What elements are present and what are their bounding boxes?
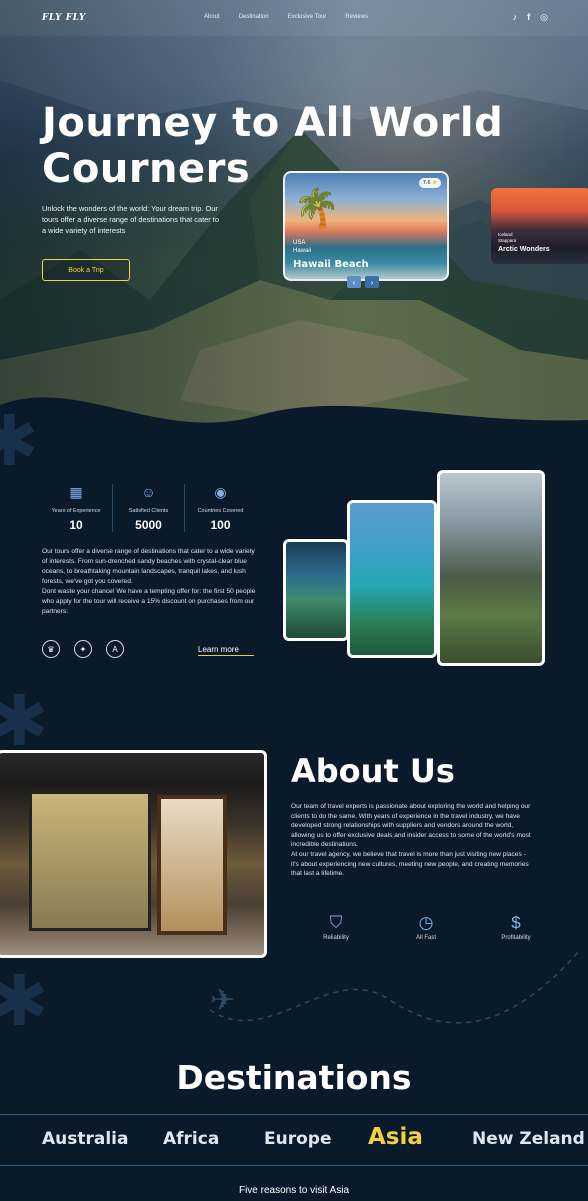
partner-logos: ♛ ✦ A [42, 640, 124, 658]
feature-profitability: $ Profitability [471, 913, 561, 941]
nav-link-reviews[interactable]: Reviews [345, 14, 368, 20]
logo[interactable]: FLY FLY [42, 13, 86, 23]
chevron-left-icon[interactable]: ‹ [347, 276, 361, 288]
chevron-right-icon[interactable]: › [365, 276, 379, 288]
stat-years: ▦ Years of Experience 10 [40, 484, 112, 532]
palm-leaf-decoration: ✱ [0, 402, 39, 480]
office-door [157, 795, 227, 935]
stat-countries: ◉ Countries Covered 100 [184, 484, 256, 532]
feature-reliability: ⛉ Reliability [291, 913, 381, 941]
dollar-icon: $ [511, 913, 521, 932]
learn-more-link[interactable]: Learn more [198, 645, 239, 654]
gallery-photo-lake [283, 539, 349, 641]
airplane-icon: ✈ [210, 984, 235, 1017]
top-nav: FLY FLY About Destination Exclusive Tour… [0, 0, 588, 36]
tab-new-zeland[interactable]: New Zeland [472, 1129, 585, 1149]
card-location: USA Hawaii [293, 240, 312, 254]
rating-badge: 7.6 ★ [418, 178, 441, 188]
letter-a-icon[interactable]: A [106, 640, 124, 658]
learn-more-arrow-icon [198, 655, 254, 656]
hero-wave-divider [0, 397, 588, 455]
facebook-icon[interactable]: f [527, 12, 530, 23]
about-office-photo [0, 750, 267, 958]
globe-icon: ◉ [214, 484, 227, 500]
world-map-wall [29, 791, 151, 931]
card-title: Arctic Wonders [498, 246, 550, 253]
hero-subtitle: Unlock the wonders of the world: Your dr… [42, 204, 219, 235]
nav-link-about[interactable]: About [204, 14, 220, 20]
palm-tree-icon: 🌴 [293, 188, 341, 230]
smile-icon: ☺ [141, 484, 156, 500]
star-icon: ★ [432, 180, 437, 186]
destination-card-arctic[interactable]: Iceland Stappara Arctic Wonders [491, 188, 588, 264]
tab-asia[interactable]: Asia [368, 1124, 423, 1150]
book-trip-button[interactable]: Book a Trip [42, 259, 130, 281]
compass-icon[interactable]: ✦ [74, 640, 92, 658]
destinations-title: Destinations [176, 1058, 412, 1097]
nav-link-destination[interactable]: Destination [239, 14, 269, 20]
palm-leaf-decoration: ✱ [0, 962, 49, 1040]
reasons-title: Five reasons to visit Asia [238, 1185, 350, 1196]
feature-all-fast: ◷ All Fast [381, 913, 471, 941]
feature-list: ⛉ Reliability ◷ All Fast $ Profitability [291, 913, 561, 941]
flight-path-decoration: ✈ [210, 949, 581, 1024]
calendar-icon: ▦ [69, 484, 83, 500]
card-location: Iceland Stappara [498, 232, 517, 243]
destination-tabs: Australia Africa Europe Asia New Zeland [0, 1114, 588, 1166]
crown-icon[interactable]: ♛ [42, 640, 60, 658]
tab-africa[interactable]: Africa [163, 1129, 219, 1149]
clock-icon: ◷ [418, 913, 434, 932]
nav-links: About Destination Exclusive Tour Reviews [204, 14, 368, 20]
carousel-controls: ‹ › [347, 276, 379, 288]
card-title: Hawaii Beach [293, 259, 369, 270]
tab-australia[interactable]: Australia [42, 1129, 129, 1149]
stat-clients: ☺ Satisfied Clients 5000 [112, 484, 184, 532]
instagram-icon[interactable]: ◎ [540, 12, 548, 23]
destination-card-hawaii[interactable]: 🌴 7.6 ★ USA Hawaii Hawaii Beach [283, 171, 449, 281]
about-title: About Us [291, 752, 455, 790]
shield-check-icon: ⛉ [329, 913, 343, 932]
nav-link-exclusive-tour[interactable]: Exclusive Tour [288, 14, 327, 20]
about-text: Our team of travel experts is passionate… [291, 803, 531, 878]
gallery-photo-island [347, 500, 437, 658]
tab-europe[interactable]: Europe [264, 1129, 331, 1149]
intro-text: Our tours offer a diverse range of desti… [42, 548, 256, 615]
tiktok-icon[interactable]: ♪ [513, 12, 518, 23]
social-links: ♪ f ◎ [513, 12, 548, 23]
stats-row: ▦ Years of Experience 10 ☺ Satisfied Cli… [40, 484, 256, 532]
gallery-photo-machu-picchu [437, 470, 545, 666]
